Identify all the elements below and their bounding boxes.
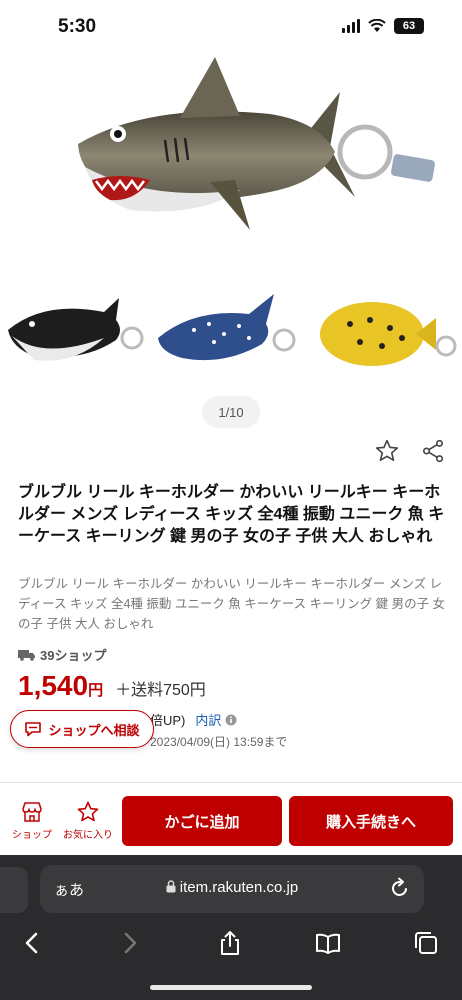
tabs-icon[interactable] <box>412 929 440 957</box>
image-counter: 1/10 <box>202 396 260 428</box>
share-icon[interactable] <box>420 438 446 464</box>
thumbnail-whale-shark[interactable] <box>154 290 304 372</box>
star-outline-icon <box>77 801 99 822</box>
back-icon[interactable] <box>18 929 46 957</box>
price-row: 1,540円 ＋送料750円 <box>18 670 206 702</box>
status-time: 5:30 <box>58 16 97 37</box>
hero-image[interactable] <box>0 52 462 282</box>
signal-icon <box>342 19 360 33</box>
add-to-cart-button[interactable]: かごに追加 <box>122 796 282 846</box>
product-actions <box>374 438 446 464</box>
product-subtitle: ブルブル リール キーホルダー かわいい リールキー キーホルダー メンズ レデ… <box>18 577 446 631</box>
favorite-nav-label: お気に入り <box>63 830 113 841</box>
chat-bubble-icon <box>25 722 42 737</box>
price: 1,540 <box>18 670 89 701</box>
url-text: item.rakuten.co.jp <box>40 879 424 896</box>
forward-icon[interactable] <box>116 929 144 957</box>
home-indicator <box>150 985 312 990</box>
reload-icon[interactable] <box>390 877 410 904</box>
points-deadline: 2023/04/09(日) 13:59まで <box>150 735 288 749</box>
consult-shop-label: ショップへ相談 <box>48 722 140 738</box>
previous-tab[interactable] <box>0 867 28 913</box>
bookmarks-icon[interactable] <box>314 929 342 957</box>
thumbnail-pufferfish[interactable] <box>310 290 460 372</box>
battery-icon: 63 <box>394 18 424 34</box>
consult-shop-button[interactable]: ショップへ相談 <box>10 710 154 748</box>
shop-nav-label: ショップ <box>12 830 52 841</box>
status-bar: 5:30 63 <box>0 0 462 52</box>
shop-nav-button[interactable]: ショップ <box>4 798 60 841</box>
thumbnail-strip <box>0 282 462 382</box>
checkout-button[interactable]: 購入手続きへ <box>289 796 453 846</box>
shop-name: 39ショップ <box>40 648 107 663</box>
browser-toolbar: ぁあ item.rakuten.co.jp <box>0 855 462 1000</box>
product-title: ブルブル リール キーホルダー かわいい リールキー キーホルダー メンズ レデ… <box>18 484 445 545</box>
info-icon <box>225 714 237 726</box>
store-icon <box>22 802 42 822</box>
truck-icon <box>18 649 35 661</box>
lock-icon <box>166 880 176 893</box>
shipping-fee: ＋送料750円 <box>115 682 206 699</box>
shop-row[interactable]: 39ショップ <box>18 645 106 664</box>
favorite-nav-button[interactable]: お気に入り <box>60 798 116 841</box>
address-bar[interactable]: ぁあ item.rakuten.co.jp <box>40 865 424 913</box>
price-currency: 円 <box>88 682 104 699</box>
points-row: 倍UP) 内訳 <box>150 710 237 729</box>
points-text: 倍UP) <box>150 713 186 728</box>
share-sheet-icon[interactable] <box>216 929 244 957</box>
star-icon[interactable] <box>374 438 400 464</box>
thumbnail-black-shark[interactable] <box>4 290 150 372</box>
wifi-icon <box>368 19 386 32</box>
bottom-action-bar: ショップ お気に入り かごに追加 購入手続きへ <box>0 790 462 855</box>
status-icons: 63 <box>342 18 424 34</box>
points-breakdown-link[interactable]: 内訳 <box>195 710 237 729</box>
divider <box>0 782 462 783</box>
